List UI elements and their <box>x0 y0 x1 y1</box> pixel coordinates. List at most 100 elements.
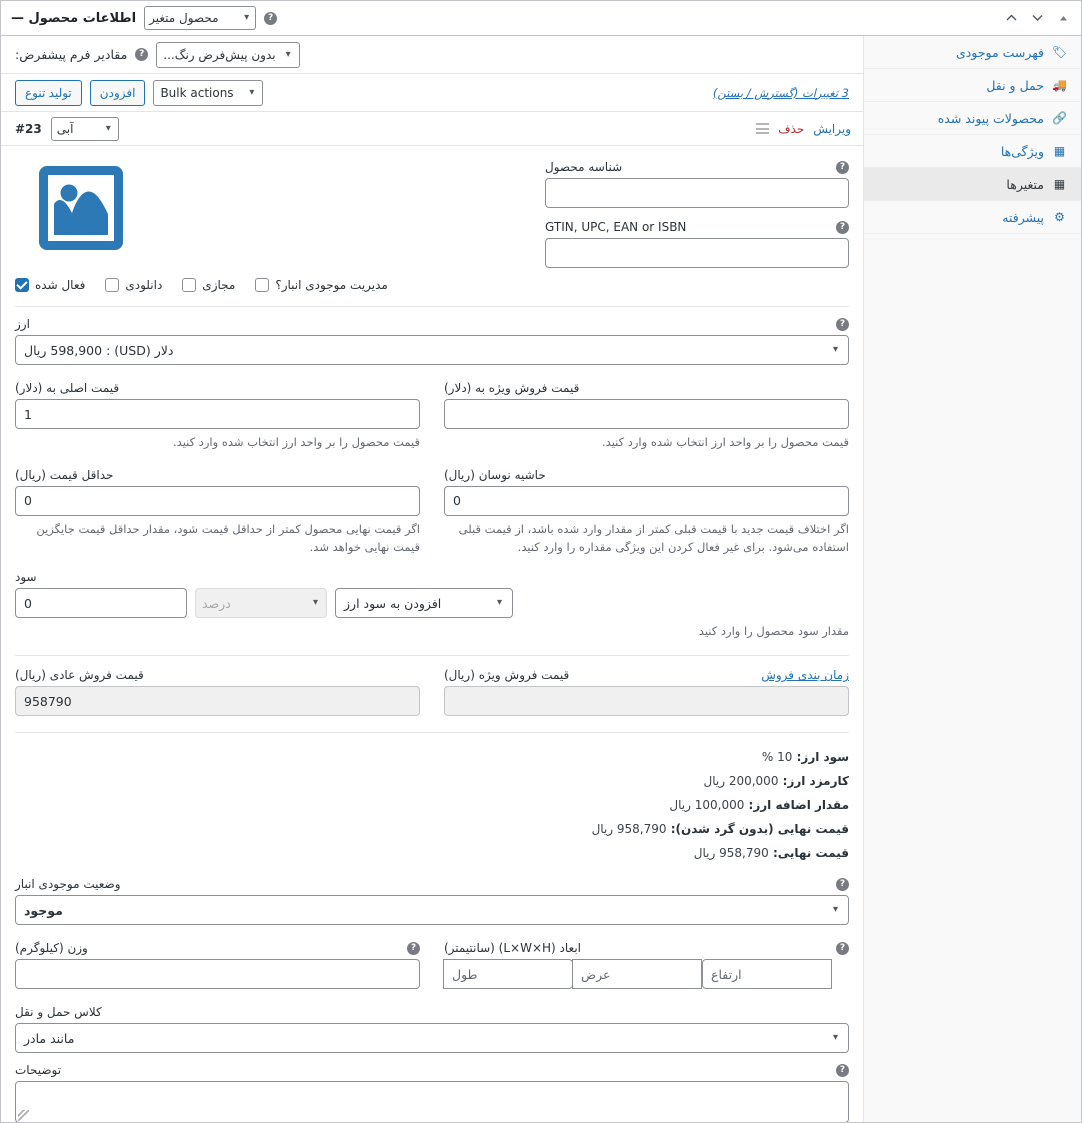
stock-status-label-row: وضعیت موجودی انبار ? <box>15 877 849 891</box>
base-price-input[interactable]: 1 <box>15 399 420 429</box>
chevron-up-icon[interactable] <box>1005 12 1017 24</box>
help-circle-icon[interactable]: ? <box>836 941 849 955</box>
weight-input[interactable] <box>15 959 420 990</box>
sidebar-item-inventory[interactable]: 🏷 فهرست موجودی <box>864 36 1081 69</box>
variation-header: #23 آبی ▾ حذف ویرایش <box>1 112 863 146</box>
regular-price-input[interactable]: 958790 <box>15 686 420 717</box>
downloadable-label: دانلودی <box>125 278 163 292</box>
profit-percent-select: درصد ▾ <box>195 588 327 619</box>
downloadable-checkbox-item[interactable]: دانلودی <box>105 278 162 292</box>
divider <box>15 732 849 734</box>
profit-mode-select[interactable]: افزودن به سود ارز ▾ <box>335 588 513 619</box>
variation-actions-row: تولید تنوع افزودن Bulk actions ▾ 3 تغییر… <box>1 74 863 112</box>
base-price-label-row: قیمت اصلی به (دلار) <box>15 381 420 395</box>
enabled-checkbox-item[interactable]: فعال شده <box>15 278 85 292</box>
delete-variation-link[interactable]: حذف <box>778 122 804 136</box>
variation-attribute-select[interactable]: آبی ▾ <box>50 116 119 141</box>
sidebar-item-shipping[interactable]: 🚚 حمل و نقل <box>864 69 1081 102</box>
edit-variation-link[interactable]: ویرایش <box>813 122 851 136</box>
panel-header-right: اطلاعات محصول — محصول متغیر ▾ ? <box>11 6 278 30</box>
summary-label: قیمت نهایی: <box>772 846 849 861</box>
height-input[interactable]: ارتفاع <box>702 959 832 990</box>
sale-price-input[interactable] <box>444 686 849 717</box>
min-price-field: حداقل قیمت (ریال) 0 اگر قیمت نهایی محصول… <box>15 468 420 557</box>
sidebar-item-label: فهرست موجودی <box>955 44 1044 60</box>
chevron-down-icon: ▾ <box>312 597 318 609</box>
width-input[interactable]: عرض <box>572 959 702 990</box>
panel-header: اطلاعات محصول — محصول متغیر ▾ ? <box>1 1 1081 36</box>
min-price-label: حداقل قیمت (ریال) <box>15 467 114 482</box>
profit-amount-input[interactable]: 0 <box>15 588 187 619</box>
help-circle-icon[interactable]: ? <box>836 1063 849 1077</box>
resize-handle-icon[interactable] <box>18 1110 29 1122</box>
margin-label: حاشیه نوسان (ریال) <box>444 467 546 482</box>
panel-header-controls <box>999 12 1069 24</box>
default-form-values-row: مقادیر فرم پیشفرض: ? بدون پیش‌فرض رنگ...… <box>1 36 863 74</box>
help-circle-icon[interactable]: ? <box>836 160 849 174</box>
variation-id: #23 <box>15 121 42 136</box>
description-textarea[interactable] <box>15 1081 849 1122</box>
shipping-class-label-row: کلاس حمل و نقل <box>15 1005 849 1019</box>
sku-input[interactable] <box>545 178 849 208</box>
shipping-class-select[interactable]: مانند مادر ▾ <box>15 1023 849 1054</box>
sidebar-item-advanced[interactable]: ⚙ پیشرفته <box>864 201 1081 234</box>
sale-schedule-link[interactable]: زمان بندی فروش <box>761 668 849 682</box>
expand-collapse-changes-link[interactable]: 3 تغییرات (گسترش / بستن) <box>713 86 849 100</box>
margin-input[interactable]: 0 <box>444 485 849 516</box>
virtual-checkbox-item[interactable]: مجازی <box>182 278 235 292</box>
sku-label: شناسه محصول <box>545 160 623 174</box>
summary-label: مقدار اضافه ارز: <box>748 798 849 813</box>
dimension-inputs: طول عرض ارتفاع <box>443 959 849 990</box>
length-input[interactable]: طول <box>443 959 573 990</box>
min-price-input[interactable]: 0 <box>15 485 420 516</box>
image-placeholder-icon <box>39 166 123 250</box>
bulk-actions-value: Bulk actions <box>160 85 234 100</box>
sidebar-item-linked-products[interactable]: 🔗 محصولات پیوند شده <box>864 102 1081 135</box>
min-price-label-row: حداقل قیمت (ریال) <box>15 468 420 482</box>
manage-stock-checkbox[interactable] <box>255 278 270 292</box>
variation-image[interactable] <box>37 164 125 252</box>
gear-icon: ⚙ <box>1054 210 1065 224</box>
currency-label: ارز <box>15 317 30 331</box>
currency-sale-price-input[interactable] <box>444 399 849 429</box>
add-variation-button[interactable]: افزودن <box>89 79 146 106</box>
manage-stock-checkbox-item[interactable]: مدیریت موجودی انبار؟ <box>255 278 388 292</box>
sidebar-item-attributes[interactable]: ▦ ویژگی‌ها <box>864 135 1081 168</box>
default-attribute-value: بدون پیش‌فرض رنگ... <box>163 47 276 62</box>
currency-price-row: قیمت اصلی به (دلار) 1 قیمت محصول را بر و… <box>1 381 863 452</box>
help-circle-icon[interactable]: ? <box>836 317 849 331</box>
sidebar-item-label: ویژگی‌ها <box>1000 143 1044 159</box>
bulk-actions-select[interactable]: Bulk actions ▾ <box>153 79 264 106</box>
product-type-select[interactable]: محصول متغیر ▾ <box>144 6 257 30</box>
sidebar-item-variations[interactable]: ▦ متغیرها <box>864 168 1081 201</box>
profit-mode-value: افزودن به سود ارز <box>344 595 442 611</box>
enabled-checkbox[interactable] <box>15 278 29 292</box>
manage-stock-label: مدیریت موجودی انبار؟ <box>275 278 388 292</box>
min-price-value: 0 <box>24 493 32 509</box>
identifier-fields: شناسه محصول ? GTIN, UPC, EAN or ISBN ? <box>125 160 849 268</box>
help-circle-icon[interactable]: ? <box>135 48 149 61</box>
help-circle-icon[interactable]: ? <box>836 877 849 891</box>
sale-price-field: قیمت فروش ویژه (ریال) زمان بندی فروش <box>444 668 849 717</box>
currency-select[interactable]: دلار (USD) : 598,900 ریال ▾ <box>15 335 849 365</box>
help-circle-icon[interactable]: ? <box>836 220 849 234</box>
help-circle-icon[interactable]: ? <box>407 941 420 955</box>
drag-handle-icon[interactable] <box>756 123 770 134</box>
help-circle-icon[interactable]: ? <box>264 11 278 25</box>
chevron-down-icon[interactable] <box>1031 12 1043 24</box>
downloadable-checkbox[interactable] <box>105 278 120 292</box>
gtin-input[interactable] <box>545 238 849 268</box>
variation-action-buttons: تولید تنوع افزودن Bulk actions ▾ <box>15 79 264 106</box>
default-attribute-select[interactable]: بدون پیش‌فرض رنگ... ▾ <box>156 41 300 68</box>
caret-up-filled-icon[interactable] <box>1057 12 1069 24</box>
weight-dimensions-row: وزن (کیلوگرم) ? ابعاد (L×W×H) (سانتیمتر)… <box>1 941 863 990</box>
variation-row-actions: حذف ویرایش <box>756 122 851 136</box>
chevron-down-icon: ▾ <box>285 48 291 60</box>
dimensions-label: ابعاد (L×W×H) (سانتیمتر) <box>444 941 581 956</box>
description-label-row: توضیحات ? <box>15 1063 849 1077</box>
base-price-value: 1 <box>24 406 32 422</box>
page-title: اطلاعات محصول — <box>11 10 137 26</box>
stock-status-select[interactable]: موجود ▾ <box>15 895 849 926</box>
virtual-checkbox[interactable] <box>182 278 197 292</box>
generate-variations-button[interactable]: تولید تنوع <box>15 79 82 106</box>
